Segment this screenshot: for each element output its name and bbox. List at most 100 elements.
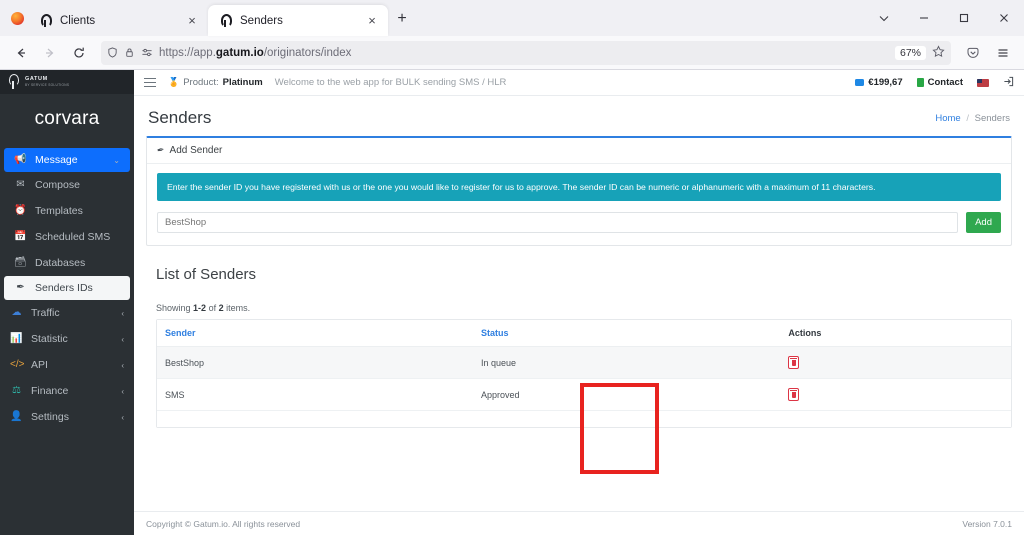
- brand-tagline: BY SERVICE SOLUTIONS: [25, 82, 70, 87]
- close-icon[interactable]: ×: [364, 13, 380, 29]
- reload-icon[interactable]: [66, 40, 92, 66]
- column-header-status[interactable]: Status: [472, 320, 781, 348]
- medal-icon: 🏅: [168, 77, 180, 87]
- page-title: Senders: [148, 108, 212, 127]
- add-sender-card: ✒ Add Sender Enter the sender ID you hav…: [146, 136, 1012, 247]
- sidebar-item-templates[interactable]: ⏰ Templates: [0, 198, 134, 224]
- tab-title: Clients: [60, 14, 96, 27]
- minimize-icon[interactable]: [904, 3, 944, 33]
- info-alert: Enter the sender ID you have registered …: [157, 173, 1001, 202]
- chevron-left-icon: ‹: [121, 360, 124, 370]
- add-sender-title: Add Sender: [169, 145, 223, 156]
- zoom-level-badge[interactable]: 67%: [894, 45, 926, 60]
- list-section-title: List of Senders: [156, 266, 257, 284]
- feather-icon: ✒: [156, 144, 166, 156]
- tab-title: Senders: [240, 14, 283, 27]
- chart-icon: 📊: [10, 333, 23, 344]
- firefox-logo-icon: [6, 3, 28, 33]
- chevron-down-icon: ⌄: [113, 155, 120, 165]
- browser-tab-clients[interactable]: Clients ×: [28, 5, 208, 36]
- sidebar-item-message[interactable]: 📢 Message ⌄: [4, 148, 130, 172]
- finance-icon: ⚖: [12, 385, 21, 396]
- add-button[interactable]: Add: [966, 212, 1001, 234]
- cell-actions: [780, 378, 1011, 412]
- sidebar-item-scheduled-sms[interactable]: 📅 Scheduled SMS: [0, 224, 134, 250]
- clock-icon: ⏰: [14, 205, 27, 216]
- balance-button[interactable]: €199,67: [855, 77, 903, 88]
- add-sender-form: Add: [157, 212, 1001, 234]
- bookmark-star-icon[interactable]: [932, 44, 945, 61]
- contact-button[interactable]: Contact: [916, 77, 963, 88]
- forward-icon: [37, 40, 63, 66]
- database-icon: 🗃: [14, 257, 27, 268]
- delete-icon[interactable]: [788, 356, 800, 370]
- sidebar-item-label: Compose: [35, 179, 80, 191]
- sidebar-menu: 📢 Message ⌄ ✉ Compose ⏰ Templates 📅 Sche…: [0, 148, 134, 430]
- cell-status: Approved: [472, 378, 781, 412]
- table-footer: [157, 411, 1011, 428]
- close-window-icon[interactable]: [984, 3, 1024, 33]
- maximize-icon[interactable]: [944, 3, 984, 33]
- sidebar-item-label: Message: [35, 154, 78, 166]
- add-sender-card-header: ✒ Add Sender: [147, 138, 1011, 164]
- save-to-pocket-icon[interactable]: [960, 40, 986, 66]
- sidebar-item-label: Settings: [31, 411, 69, 423]
- sidebar-item-databases[interactable]: 🗃 Databases: [0, 250, 134, 276]
- sidebar-item-finance[interactable]: ⚖ Finance ‹: [0, 378, 134, 404]
- brand-logo[interactable]: GATUM BY SERVICE SOLUTIONS: [0, 70, 134, 94]
- settings-icon: 👤: [10, 411, 23, 422]
- breadcrumb-separator: /: [966, 112, 969, 124]
- permissions-icon[interactable]: [141, 47, 153, 58]
- chevron-left-icon: ‹: [121, 412, 124, 422]
- navigation-toolbar: https://app.gatum.io/originators/index 6…: [0, 36, 1024, 70]
- sidebar-item-label: Templates: [35, 205, 83, 217]
- sidebar-item-compose[interactable]: ✉ Compose: [0, 172, 134, 198]
- breadcrumb-home-link[interactable]: Home: [935, 113, 960, 124]
- welcome-message: Welcome to the web app for BULK sending …: [274, 77, 507, 88]
- sidebar-item-statistic[interactable]: 📊 Statistic ‹: [0, 326, 134, 352]
- topbar-actions: €199,67 Contact: [855, 76, 1014, 90]
- sender-id-input[interactable]: [157, 212, 959, 234]
- bullhorn-icon: 📢: [14, 154, 27, 165]
- sidebar-item-senders-ids[interactable]: ✒ Senders IDs: [4, 276, 130, 300]
- column-header-actions: Actions: [780, 320, 1011, 348]
- gatum-logo-icon: [8, 74, 20, 90]
- sidebar-item-api[interactable]: </> API ‹: [0, 352, 134, 378]
- url-text: https://app.gatum.io/originators/index: [159, 46, 352, 59]
- delete-icon[interactable]: [788, 388, 800, 402]
- cell-actions: [780, 346, 1011, 380]
- table-row: SMS Approved: [157, 378, 1011, 412]
- sidebar-item-label: API: [31, 359, 48, 371]
- tab-strip: Clients × Senders × +: [0, 0, 1024, 36]
- sidebar-item-label: Databases: [35, 257, 86, 269]
- browser-window: Clients × Senders × + https://app.gatum.…: [0, 0, 1024, 535]
- app-menu-icon[interactable]: [990, 40, 1016, 66]
- sidebar-toggle-icon[interactable]: [144, 78, 156, 87]
- language-flag-icon[interactable]: [977, 78, 989, 87]
- credit-card-icon: [855, 79, 865, 86]
- address-book-icon: [916, 78, 924, 87]
- chevron-left-icon: ‹: [121, 308, 124, 318]
- senders-table: Sender Status Actions BestShop In queue: [157, 320, 1011, 412]
- calendar-icon: 📅: [14, 231, 27, 242]
- cell-sender: BestShop: [157, 346, 473, 380]
- chevron-left-icon: ‹: [121, 334, 124, 344]
- company-name: corvara: [34, 108, 100, 129]
- gatum-logo-icon: [40, 14, 53, 27]
- code-icon: </>: [10, 359, 25, 370]
- sidebar-item-label: Scheduled SMS: [35, 231, 111, 243]
- logout-icon[interactable]: [1003, 76, 1014, 90]
- new-tab-button[interactable]: +: [388, 4, 416, 34]
- sidebar-item-label: Finance: [31, 385, 69, 397]
- sidebar-item-traffic[interactable]: ☁ Traffic ‹: [0, 300, 134, 326]
- column-header-sender[interactable]: Sender: [157, 320, 473, 348]
- sidebar: GATUM BY SERVICE SOLUTIONS corvara 📢 Mes…: [0, 70, 134, 535]
- list-all-tabs-icon[interactable]: [864, 3, 904, 33]
- back-icon[interactable]: [8, 40, 34, 66]
- address-bar[interactable]: https://app.gatum.io/originators/index 6…: [101, 40, 951, 65]
- chevron-left-icon: ‹: [121, 386, 124, 396]
- sidebar-item-settings[interactable]: 👤 Settings ‹: [0, 404, 134, 430]
- close-icon[interactable]: ×: [184, 13, 200, 29]
- feather-icon: ✒: [16, 282, 25, 293]
- browser-tab-senders[interactable]: Senders ×: [208, 5, 388, 36]
